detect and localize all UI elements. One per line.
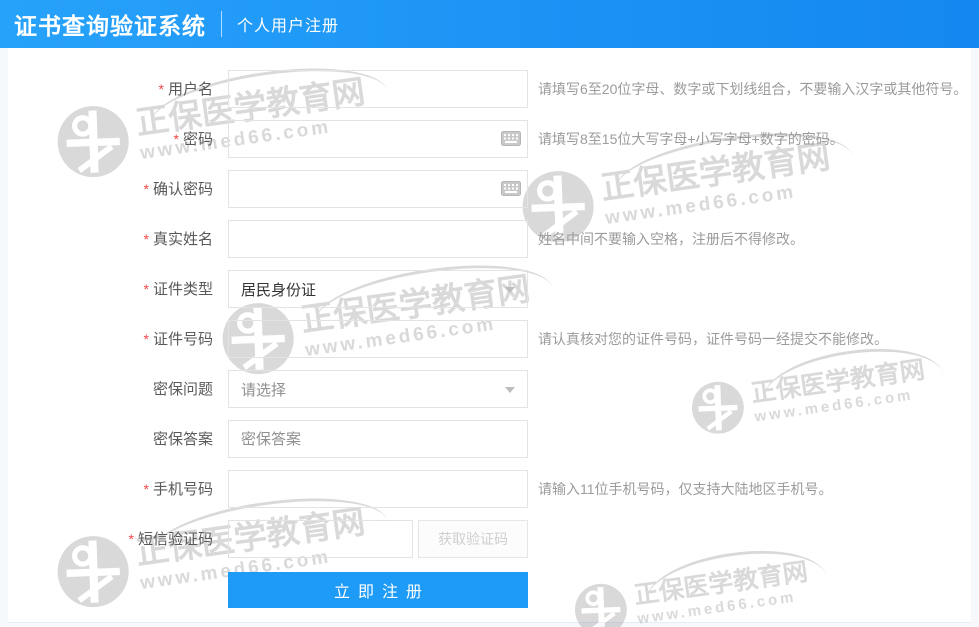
form-row-phone: *手机号码 请输入11位手机号码，仅支持大陆地区手机号。 xyxy=(8,470,971,508)
hint-id-number: 请认真核对您的证件号码，证件号码一经提交不能修改。 xyxy=(538,320,888,358)
required-marker: * xyxy=(174,131,179,147)
form-row-sms-code: *短信验证码 获取验证码 xyxy=(8,520,971,558)
required-marker: * xyxy=(144,231,149,247)
hint-username: 请填写6至20位字母、数字或下划线组合，不要输入汉字或其他符号。 xyxy=(538,70,967,108)
id-number-input[interactable] xyxy=(228,320,528,358)
confirm-password-input[interactable] xyxy=(228,170,528,208)
real-name-input[interactable] xyxy=(228,220,528,258)
label-security-question: 密保问题 xyxy=(8,370,213,409)
sms-code-input[interactable] xyxy=(228,520,413,558)
registration-panel: 正保医学教育网 www.med66.com 正保医学教育网 www.med66.… xyxy=(8,48,971,623)
label-id-number: *证件号码 xyxy=(8,320,213,359)
id-type-value: 居民身份证 xyxy=(241,279,316,300)
form-row-username: *用户名 请填写6至20位字母、数字或下划线组合，不要输入汉字或其他符号。 xyxy=(8,70,971,108)
app-title: 证书查询验证系统 xyxy=(14,7,206,41)
form-row-security-answer: 密保答案 xyxy=(8,420,971,458)
label-id-type: *证件类型 xyxy=(8,270,213,309)
id-type-select[interactable]: 居民身份证 xyxy=(228,270,528,308)
required-marker: * xyxy=(144,281,149,297)
label-sms-code: *短信验证码 xyxy=(8,520,213,559)
header-divider xyxy=(221,11,222,37)
label-real-name: *真实姓名 xyxy=(8,220,213,259)
form-row-id-number: *证件号码 请认真核对您的证件号码，证件号码一经提交不能修改。 xyxy=(8,320,971,358)
form-row-confirm-password: *确认密码 xyxy=(8,170,971,208)
get-code-button[interactable]: 获取验证码 xyxy=(418,520,528,558)
required-marker: * xyxy=(159,81,164,97)
chevron-down-icon xyxy=(505,387,515,398)
security-question-value: 请选择 xyxy=(241,379,286,400)
form-row-real-name: *真实姓名 姓名中间不要输入空格，注册后不得修改。 xyxy=(8,220,971,258)
form-row-security-question: 密保问题 请选择 xyxy=(8,370,971,408)
page: 证书查询验证系统 个人用户注册 正保医学教育网 www.med66.com xyxy=(0,0,979,627)
label-username: *用户名 xyxy=(8,70,213,109)
hint-real-name: 姓名中间不要输入空格，注册后不得修改。 xyxy=(538,220,804,258)
form-row-password: *密码 请填写8至15位大写字母+小写字母+数字的密码。 xyxy=(8,120,971,158)
chevron-down-icon xyxy=(505,287,515,298)
label-security-answer: 密保答案 xyxy=(8,420,213,459)
required-marker: * xyxy=(144,181,149,197)
label-confirm-password: *确认密码 xyxy=(8,170,213,209)
app-header: 证书查询验证系统 个人用户注册 xyxy=(0,0,979,48)
security-answer-input[interactable] xyxy=(228,420,528,458)
label-password: *密码 xyxy=(8,120,213,159)
register-button[interactable]: 立即注册 xyxy=(228,572,528,608)
hint-phone: 请输入11位手机号码，仅支持大陆地区手机号。 xyxy=(538,470,833,508)
hint-password: 请填写8至15位大写字母+小写字母+数字的密码。 xyxy=(538,120,844,158)
password-input[interactable] xyxy=(228,120,528,158)
required-marker: * xyxy=(144,331,149,347)
registration-form: *用户名 请填写6至20位字母、数字或下划线组合，不要输入汉字或其他符号。 *密… xyxy=(8,48,971,622)
page-subtitle: 个人用户注册 xyxy=(237,12,339,36)
label-phone: *手机号码 xyxy=(8,470,213,509)
form-row-id-type: *证件类型 居民身份证 xyxy=(8,270,971,308)
required-marker: * xyxy=(144,481,149,497)
username-input[interactable] xyxy=(228,70,528,108)
required-marker: * xyxy=(129,531,134,547)
security-question-select[interactable]: 请选择 xyxy=(228,370,528,408)
phone-input[interactable] xyxy=(228,470,528,508)
